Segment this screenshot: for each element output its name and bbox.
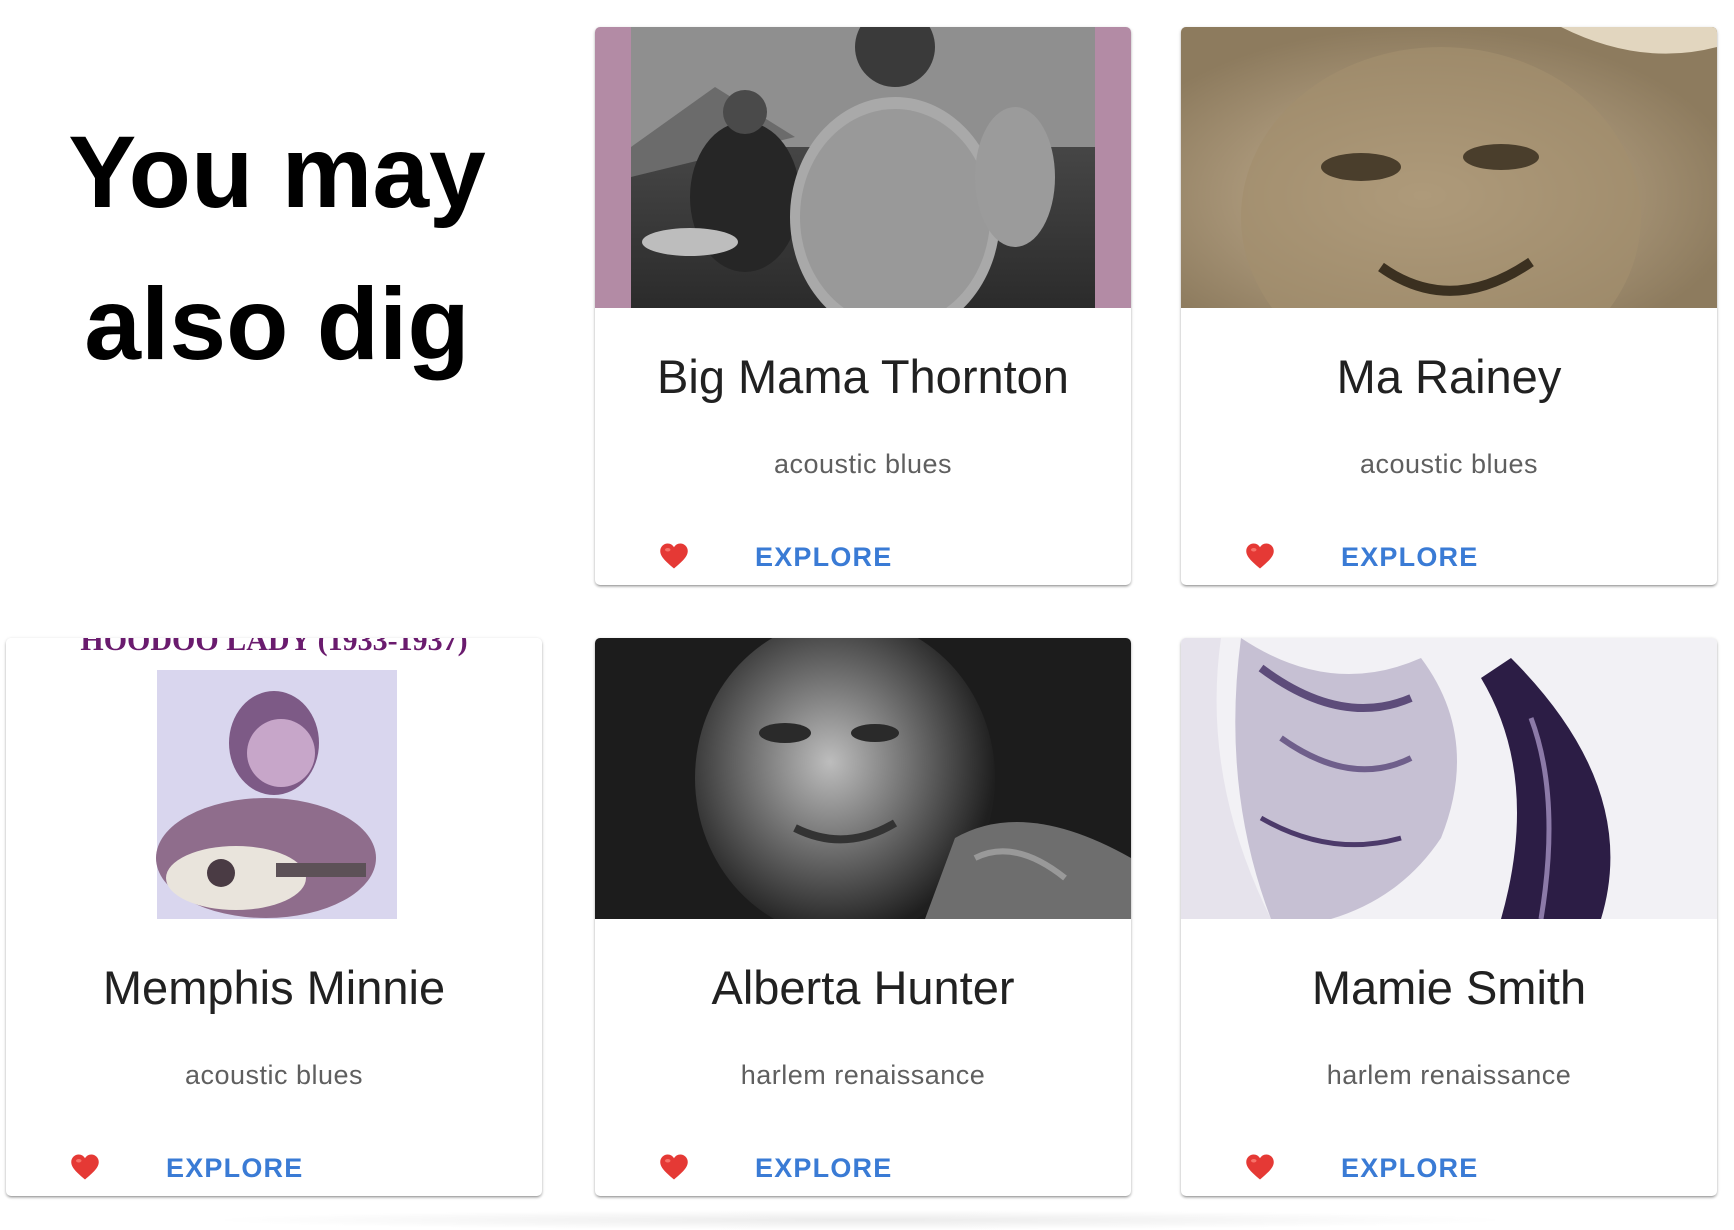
artist-name: Mamie Smith <box>1311 961 1587 1014</box>
artist-genre: harlem renaissance <box>1326 1060 1572 1090</box>
favorite-button[interactable] <box>1243 1150 1277 1184</box>
artist-card: Alberta Hunter harlem renaissance EXPLOR… <box>595 638 1131 1196</box>
heart-icon <box>1246 543 1274 569</box>
heart-icon <box>1246 1154 1274 1180</box>
explore-button[interactable]: EXPLORE <box>755 1146 892 1190</box>
artist-genre: acoustic blues <box>184 1060 364 1090</box>
explore-button[interactable]: EXPLORE <box>1341 535 1478 579</box>
artist-card: Ma Rainey acoustic blues EXPLORE <box>1181 27 1717 585</box>
artist-photo[interactable] <box>595 638 1131 919</box>
explore-button[interactable]: EXPLORE <box>166 1146 303 1190</box>
artist-genre: harlem renaissance <box>740 1060 986 1090</box>
section-heading-line-2: also dig <box>84 267 470 381</box>
favorite-button[interactable] <box>68 1150 102 1184</box>
artist-photo[interactable] <box>1181 27 1717 308</box>
artist-name: Ma Rainey <box>1336 350 1562 403</box>
section-heading: You may also dig <box>6 96 548 400</box>
artist-name: Big Mama Thornton <box>657 350 1069 403</box>
card-actions: EXPLORE <box>595 1146 1131 1190</box>
page-bottom-shadow <box>200 1210 1520 1230</box>
explore-button[interactable]: EXPLORE <box>755 535 892 579</box>
section-heading-line-1: You may <box>68 115 486 229</box>
favorite-button[interactable] <box>657 539 691 573</box>
artist-genre: acoustic blues <box>1359 449 1539 479</box>
artist-card: Mamie Smith harlem renaissance EXPLORE <box>1181 638 1717 1196</box>
artist-photo[interactable]: HOODOO LADY (1933-1937) <box>6 638 542 919</box>
artist-genre: acoustic blues <box>773 449 953 479</box>
artist-photo[interactable] <box>1181 638 1717 919</box>
heart-icon <box>660 1154 688 1180</box>
heart-icon <box>71 1154 99 1180</box>
favorite-button[interactable] <box>1243 539 1277 573</box>
card-actions: EXPLORE <box>595 535 1131 579</box>
artist-name: Memphis Minnie <box>102 961 446 1014</box>
card-actions: EXPLORE <box>1181 535 1717 579</box>
artist-photo[interactable] <box>595 27 1131 308</box>
artist-card: Big Mama Thornton acoustic blues EXPLORE <box>595 27 1131 585</box>
heart-icon <box>660 543 688 569</box>
card-actions: EXPLORE <box>6 1146 542 1190</box>
favorite-button[interactable] <box>657 1150 691 1184</box>
artist-name: Alberta Hunter <box>711 961 1015 1014</box>
image-caption: HOODOO LADY (1933-1937) <box>80 638 467 657</box>
explore-button[interactable]: EXPLORE <box>1341 1146 1478 1190</box>
card-actions: EXPLORE <box>1181 1146 1717 1190</box>
artist-card: HOODOO LADY (1933-1937) Memphis Minnie a… <box>6 638 542 1196</box>
